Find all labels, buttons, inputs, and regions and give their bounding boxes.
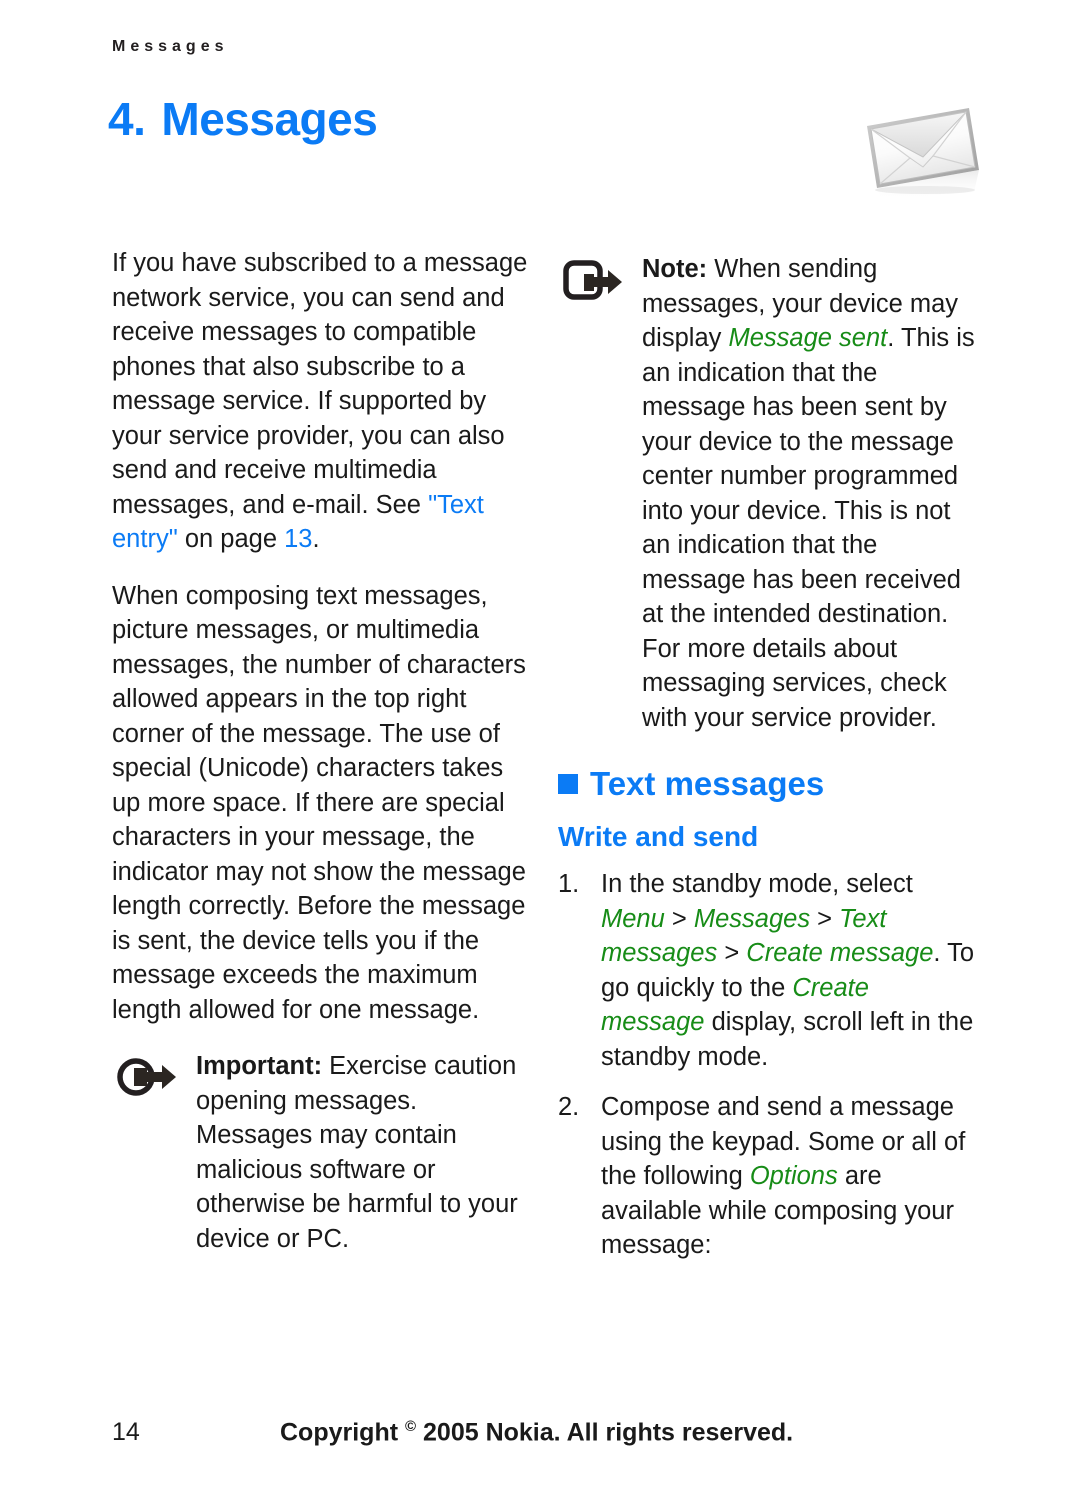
page-number: 14 [112,1418,140,1446]
intro-text-part2: on page [177,525,285,553]
note-callout: Note: When sending messages, your device… [558,252,978,735]
important-label: Important: [196,1052,323,1080]
intro-text-part1: If you have subscribed to a message netw… [112,249,528,519]
important-callout: Important: Exercise caution opening mess… [112,1049,530,1256]
section-heading-text-messages: Text messages [558,765,978,803]
important-arrow-icon [112,1055,180,1099]
intro-text-part3: . [312,525,320,553]
note-arrow-icon [558,258,626,302]
envelope-illustration [855,100,990,205]
page-13-link[interactable]: 13 [284,525,312,553]
important-callout-text: Important: Exercise caution opening mess… [196,1049,530,1256]
step1-sep1: > [664,904,694,933]
step1-sep2: > [810,904,840,933]
menu-path-options: Options [749,1162,838,1190]
message-sent-emphasis: Message sent [728,324,888,352]
note-label: Note: [642,255,708,283]
right-column: Note: When sending messages, your device… [558,246,978,1279]
composing-paragraph: When composing text messages, picture me… [112,581,526,1024]
copyright-symbol: © [405,1418,417,1435]
chapter-number: 4. [108,93,146,145]
step1-sep3: > [717,939,747,967]
intro-paragraph: If you have subscribed to a message netw… [112,246,530,557]
blue-square-bullet-icon [558,774,578,794]
list-item: 1. In the standby mode, select Menu > Mes… [558,867,978,1074]
steps-list: 1. In the standby mode, select Menu > Mes… [558,867,978,1263]
copyright-notice: Copyright © 2005 Nokia. All rights reser… [280,1418,793,1447]
step-marker: 2. [558,1093,580,1121]
chapter-name: Messages [161,93,378,145]
copyright-after: 2005 Nokia. All rights reserved. [416,1418,794,1447]
sub-heading-write-and-send: Write and send [558,821,759,852]
page-footer: 14 Copyright © 2005 Nokia. All rights re… [0,1418,1080,1458]
note-text-part2: . This is an indication that the message… [642,324,975,732]
section-heading-label: Text messages [590,765,825,802]
step-marker: 1. [558,870,580,898]
menu-path-menu: Menu [601,904,665,933]
page-title: 4. Messages [108,92,378,146]
menu-path-messages: Messages [693,904,811,933]
important-text: Exercise caution opening messages. Messa… [196,1052,518,1253]
running-header: Messages [112,38,229,55]
list-item: 2. Compose and send a message using the k… [558,1090,978,1263]
note-callout-text: Note: When sending messages, your device… [642,252,978,735]
left-column: If you have subscribed to a message netw… [112,246,530,1256]
menu-path-create-message: Create message [746,939,934,967]
document-page: Messages 4. Messages If you have subscri… [0,0,1080,1496]
copyright-before: Copyright [280,1418,405,1447]
step1-part1: In the standby mode, select [601,870,913,898]
